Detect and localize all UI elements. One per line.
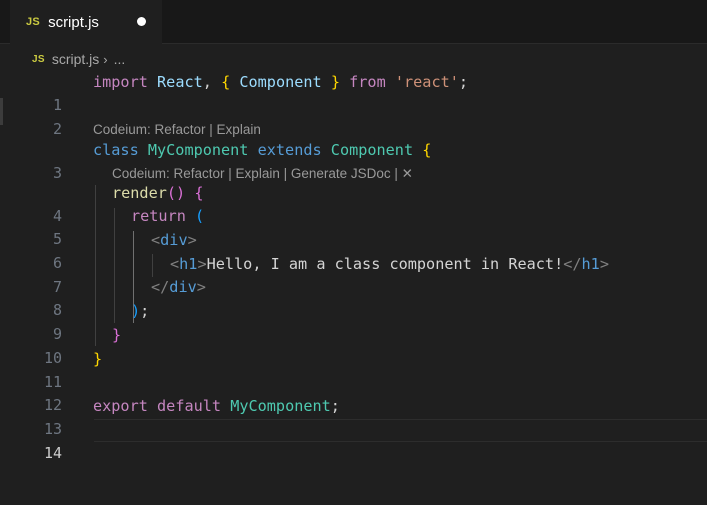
code-line: 5 return ( [0,205,707,248]
code-line: 9 ); [0,300,707,343]
codeium-codelens[interactable]: Codeium: Refactor | Explain | Generate J… [112,165,413,183]
code-line: 3 class MyComponent extends Component { [0,139,707,182]
code-line: 4 render() { [0,182,707,225]
token: import [93,73,148,91]
function-token: render [112,184,167,202]
line-number: 2 [52,120,62,138]
class-name-token: MyComponent [147,141,249,159]
codeium-codelens[interactable]: Codeium: Refactor | Explain [93,121,261,139]
code-line: 11 } [0,348,707,391]
line-number: 14 [43,444,62,462]
code-line: 14 [0,419,707,462]
string-token: 'react' [394,73,459,91]
code-editor[interactable]: 1 import React, { Component } from 'reac… [0,0,707,505]
token: Component [239,73,322,91]
code-line: 6 <div> [0,229,707,272]
code-line: 7 <h1>Hello, I am a class component in R… [0,253,707,296]
code-line: 2 [0,95,707,138]
jsx-text: Hello, I am a class component in React! [206,255,564,273]
code-line: 1 import React, { Component } from 'reac… [0,71,707,114]
code-line: 8 </div> [0,276,707,319]
code-line: 10 } [0,324,707,367]
token: React [157,73,203,91]
code-line: 13 export default MyComponent; [0,395,707,438]
code-line: 12 [0,371,707,414]
close-icon[interactable]: ✕ [402,166,413,181]
